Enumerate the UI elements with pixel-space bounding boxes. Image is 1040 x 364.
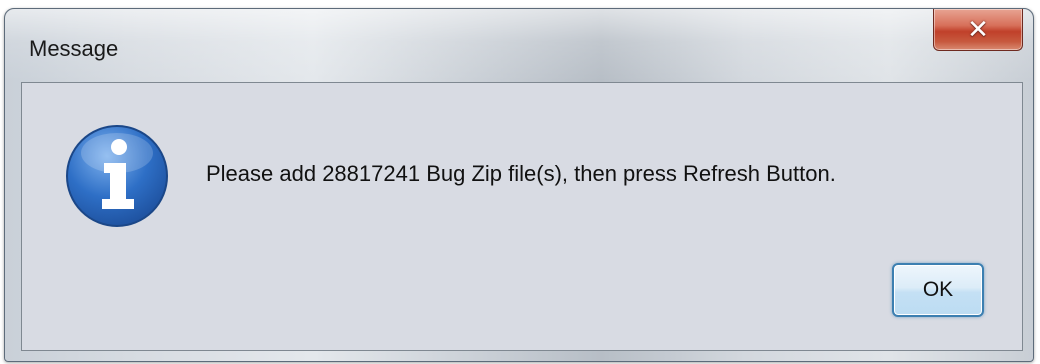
message-dialog-window: Message ✕ Please add 28817241 Bug Zip fi… bbox=[4, 8, 1034, 362]
close-icon: ✕ bbox=[967, 14, 989, 45]
title-bar[interactable]: Message ✕ bbox=[5, 9, 1033, 81]
message-text: Please add 28817241 Bug Zip file(s), the… bbox=[206, 161, 836, 186]
info-icon bbox=[66, 125, 168, 227]
dialog-content: Please add 28817241 Bug Zip file(s), the… bbox=[21, 82, 1023, 351]
window-title: Message bbox=[29, 36, 119, 61]
close-button[interactable]: ✕ bbox=[933, 9, 1023, 51]
ok-button[interactable]: OK bbox=[892, 263, 984, 317]
